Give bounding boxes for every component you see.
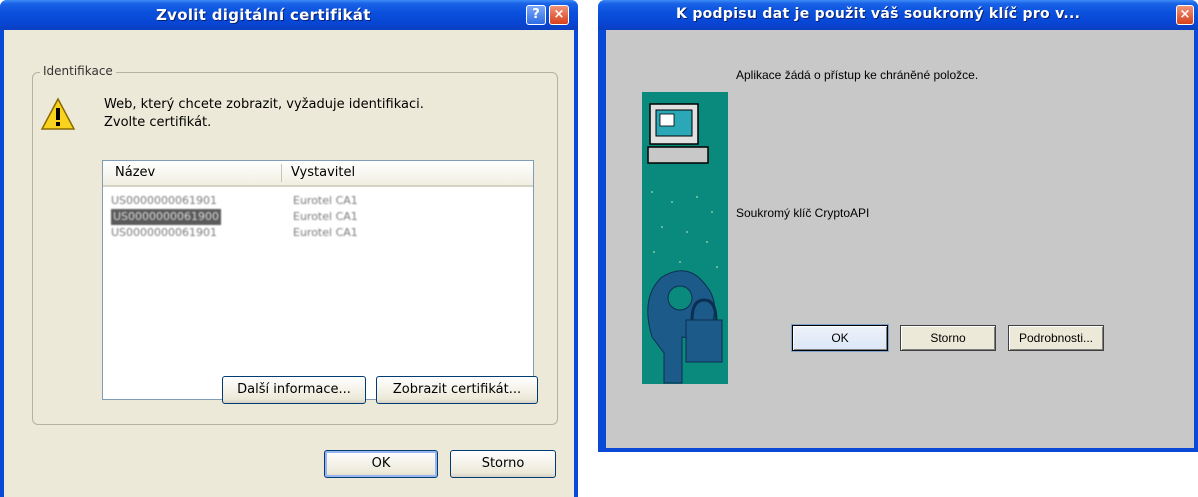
cancel-button[interactable]: Storno bbox=[450, 450, 556, 478]
cert-issuer: Eurotel CA1 bbox=[293, 210, 358, 223]
details-button[interactable]: Podrobnosti... bbox=[1008, 325, 1104, 351]
group-label: Identifikace bbox=[40, 64, 116, 78]
dialog-body: Aplikace žádá o přístup ke chráněné polo… bbox=[606, 30, 1194, 448]
help-icon: ? bbox=[532, 7, 540, 22]
cert-issuer: Eurotel CA1 bbox=[293, 226, 358, 239]
cert-name: US0000000061901 bbox=[111, 194, 218, 207]
message-line-2: Zvolte certifikát. bbox=[104, 115, 212, 130]
message-line-1: Web, který chcete zobrazit, vyžaduje ide… bbox=[104, 97, 424, 112]
table-row-selected[interactable]: US0000000061900 Eurotel CA1 bbox=[105, 209, 533, 225]
column-header-name[interactable]: Název bbox=[115, 165, 155, 180]
ok-button[interactable]: OK bbox=[791, 324, 889, 352]
identification-message: Web, který chcete zobrazit, vyžaduje ide… bbox=[104, 96, 424, 132]
close-icon: × bbox=[1179, 7, 1191, 22]
cancel-button[interactable]: Storno bbox=[900, 325, 996, 351]
cert-issuer: Eurotel CA1 bbox=[293, 194, 358, 207]
key-security-icon bbox=[642, 92, 728, 384]
table-row[interactable]: US0000000061901 Eurotel CA1 bbox=[105, 225, 533, 241]
close-icon: × bbox=[553, 7, 565, 22]
key-label: Soukromý klíč CryptoAPI bbox=[736, 206, 870, 220]
view-certificate-button[interactable]: Zobrazit certifikát... bbox=[376, 376, 538, 404]
close-button[interactable]: × bbox=[549, 5, 569, 25]
title-bar[interactable]: K podpisu dat je použit váš soukromý klí… bbox=[598, 0, 1198, 30]
column-header-issuer[interactable]: Vystavitel bbox=[291, 165, 355, 180]
close-button[interactable]: × bbox=[1176, 5, 1194, 25]
certificate-list[interactable]: Název Vystavitel US0000000061901 Eurotel… bbox=[102, 160, 534, 400]
cert-name: US0000000061901 bbox=[111, 226, 218, 239]
private-key-access-dialog: K podpisu dat je použit váš soukromý klí… bbox=[598, 0, 1198, 452]
choose-certificate-dialog: Zvolit digitální certifikát ? × Identifi… bbox=[0, 0, 578, 497]
list-header: Název Vystavitel bbox=[103, 161, 533, 187]
more-info-button[interactable]: Další informace... bbox=[222, 376, 366, 404]
cert-name: US0000000061900 bbox=[111, 209, 222, 225]
warning-icon bbox=[40, 97, 76, 130]
dialog-title: Zvolit digitální certifikát bbox=[156, 6, 371, 24]
dialog-title: K podpisu dat je použit váš soukromý klí… bbox=[676, 6, 1081, 22]
ok-button[interactable]: OK bbox=[324, 450, 438, 478]
column-divider[interactable] bbox=[281, 164, 282, 182]
request-message: Aplikace žádá o přístup ke chráněné polo… bbox=[736, 68, 979, 82]
help-button[interactable]: ? bbox=[526, 5, 546, 25]
dialog-body: Identifikace Web, který chcete zobrazit,… bbox=[4, 30, 574, 497]
title-bar[interactable]: Zvolit digitální certifikát ? × bbox=[0, 0, 578, 30]
table-row[interactable]: US0000000061901 Eurotel CA1 bbox=[105, 193, 533, 209]
